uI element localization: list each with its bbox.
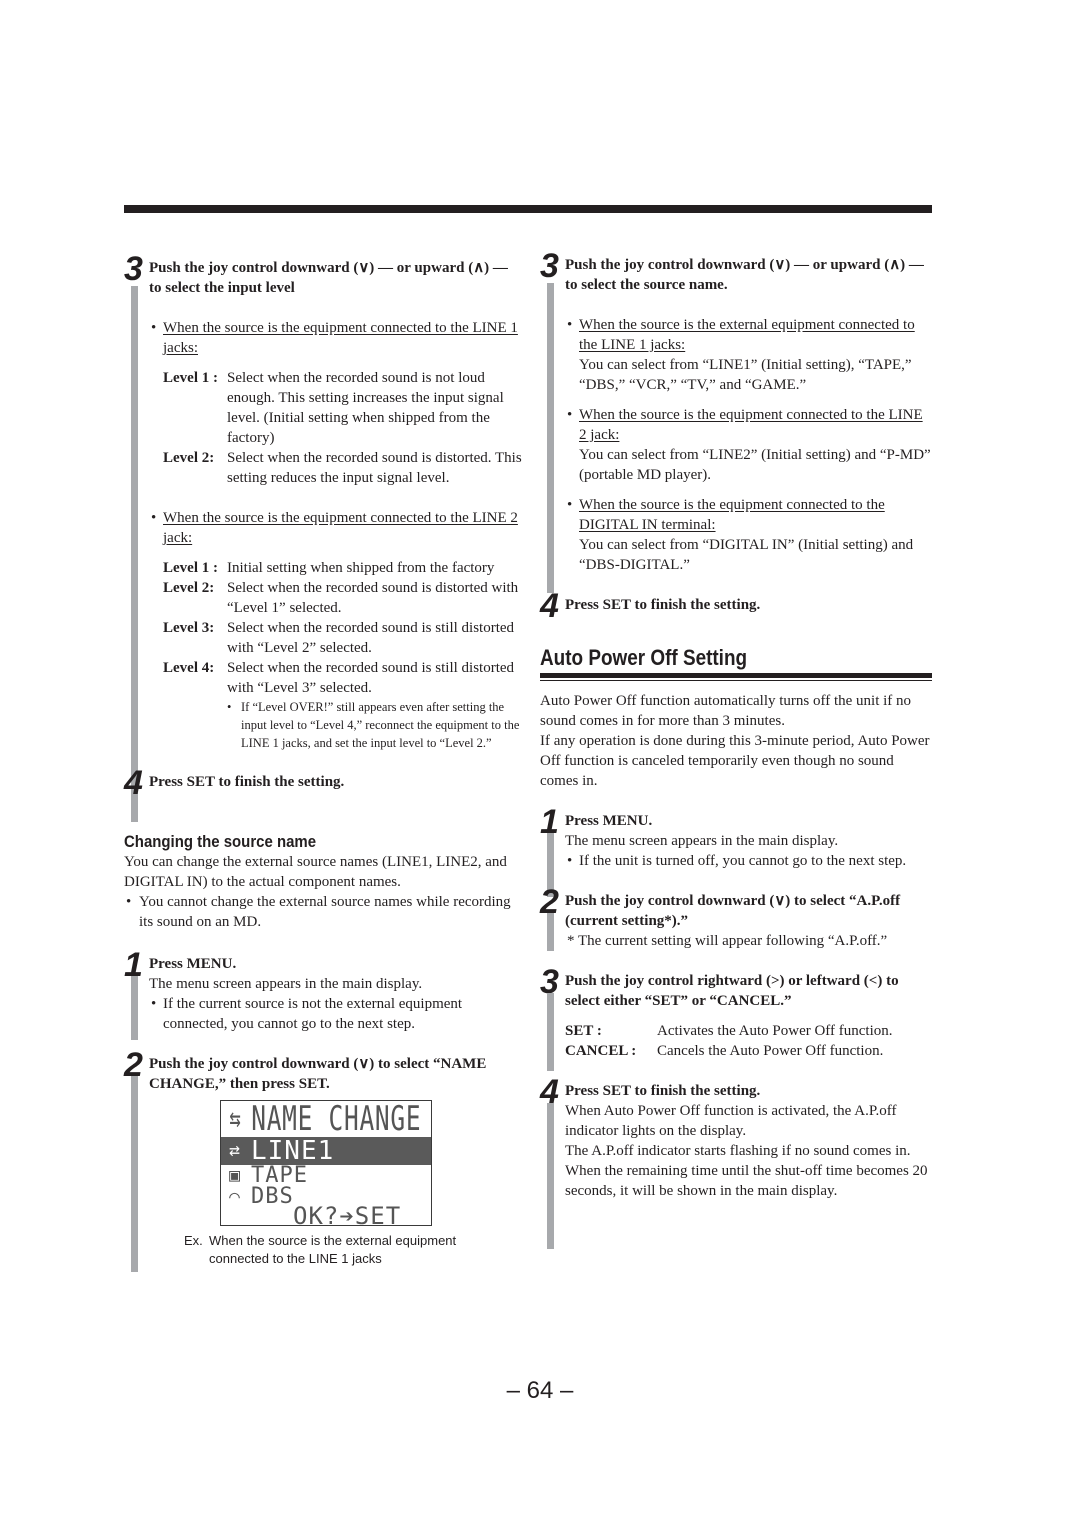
lcd-row-label: TAPE: [251, 1163, 308, 1188]
step-bar: [547, 1103, 554, 1249]
step-number: 3: [124, 250, 143, 288]
auto-power-off-intro: If any operation is done during this 3-m…: [540, 733, 930, 789]
step-bullet: If the current source is not the externa…: [149, 994, 524, 1034]
source-step-2: 2 Push the joy control downward (∨) to s…: [124, 1048, 524, 1272]
step-4-finish: 4 Press SET to finish the setting.: [540, 589, 932, 623]
page-number: – 64 –: [506, 1377, 574, 1404]
tape-icon: ▣: [229, 1165, 241, 1186]
step-bar: [547, 993, 554, 1071]
condition-line2: When the source is the equipment connect…: [149, 508, 524, 548]
line-input-icon: ⇄: [229, 1140, 241, 1161]
lcd-prompt: OK?➔SET: [293, 1202, 402, 1226]
changing-source-heading: Changing the source name: [124, 832, 317, 851]
level-item: Level 1 : Select when the recorded sound …: [163, 370, 504, 446]
step-title: Push the joy control downward (∨) — or u…: [565, 257, 924, 293]
apo-step-3: 3 Push the joy control rightward (>) or …: [540, 965, 932, 1071]
lcd-title: NAME CHANGE: [251, 1100, 422, 1139]
step-title: Press SET to finish the setting.: [565, 597, 761, 613]
lcd-row-selected: ⇄ LINE1: [221, 1137, 431, 1165]
lcd-display-name-change: ⇆ NAME CHANGE ⇄ LINE1 ▣ TAPE ⌒ DBS OK?➔S…: [220, 1100, 432, 1226]
apo-step-4: 4 Press SET to finish the setting. When …: [540, 1075, 932, 1249]
step-bar: [131, 1076, 138, 1272]
step-title: Push the joy control downward (∨) to sel…: [149, 1056, 487, 1092]
lcd-row-label: DBS: [251, 1184, 294, 1209]
auto-power-off-heading: Auto Power Off Setting: [540, 645, 748, 670]
auto-power-off-intro: Auto Power Off function automatically tu…: [540, 693, 912, 729]
step-title: Press MENU.: [149, 956, 237, 972]
step-title: Push the joy control rightward (>) or le…: [565, 973, 899, 1009]
header-rule: [124, 205, 932, 213]
option-cancel: CANCEL : Cancels the Auto Power Off funct…: [565, 1043, 884, 1059]
satellite-dish-icon: ⌒: [229, 1186, 241, 1207]
line-input-icon: ⇆: [229, 1104, 242, 1134]
level-item: Level 1 : Initial setting when shipped fr…: [163, 560, 495, 576]
source-option-group: When the source is the equipment connect…: [565, 495, 932, 575]
step-3-input-level: 3 Push the joy control downward (∨) — or…: [124, 252, 524, 822]
step-title: Push the joy control downward (∨) — or u…: [149, 260, 508, 296]
auto-power-off-section: Auto Power Off Setting Auto Power Off fu…: [540, 645, 932, 1249]
level-item: Level 2: Select when the recorded sound i…: [163, 580, 519, 616]
lcd-caption: Ex. When the source is the external equip…: [184, 1233, 457, 1266]
level-over-note: If “Level OVER!” still appears even afte…: [227, 698, 524, 752]
step-title: Push the joy control downward (∨) to sel…: [565, 893, 901, 929]
level-item: Level 3: Select when the recorded sound i…: [163, 620, 515, 656]
level-list-line2: Level 1 : Initial setting when shipped fr…: [163, 558, 524, 698]
step-text: The menu screen appears in the main disp…: [149, 976, 423, 992]
lcd-title-row: ⇆ NAME CHANGE: [221, 1100, 431, 1139]
right-column: 3 Push the joy control downward (∨) — or…: [540, 249, 932, 1249]
step-number: 4: [124, 764, 143, 802]
apo-step-2: 2 Push the joy control downward (∨) to s…: [540, 885, 932, 951]
step-3-source-name: 3 Push the joy control downward (∨) — or…: [540, 249, 932, 593]
step-bar: [131, 976, 138, 1040]
step-title: Press SET to finish the setting.: [565, 1083, 761, 1099]
level-item: Level 4: Select when the recorded sound i…: [163, 660, 515, 696]
heading-rule: [540, 673, 932, 678]
step-bar: [547, 283, 554, 593]
level-list-line1: Level 1 : Select when the recorded sound …: [163, 368, 524, 488]
step-number: 3: [540, 247, 559, 285]
step-4-finish: 4 Press SET to finish the setting.: [124, 766, 524, 800]
level-item: Level 2: Select when the recorded sound i…: [163, 450, 522, 486]
left-column: 3 Push the joy control downward (∨) — or…: [124, 252, 524, 1272]
apo-step-1: 1 Press MENU. The menu screen appears in…: [540, 805, 932, 897]
source-option-group: When the source is the external equipmen…: [565, 315, 932, 395]
step-number: 4: [540, 587, 559, 625]
step-bar: [131, 286, 138, 822]
lcd-row-label: LINE1: [251, 1136, 335, 1166]
step-bar: [547, 913, 554, 951]
changing-source-bullet: You cannot change the external source na…: [124, 892, 524, 932]
changing-source-intro: You can change the external source names…: [124, 854, 507, 890]
step-title: Press SET to finish the setting.: [149, 774, 345, 790]
source-step-1: 1 Press MENU. The menu screen appears in…: [124, 948, 524, 1040]
step-title: Press MENU.: [565, 813, 653, 829]
option-set: SET : Activates the Auto Power Off functi…: [565, 1023, 893, 1039]
source-option-group: When the source is the equipment connect…: [565, 405, 932, 485]
condition-line1: When the source is the equipment connect…: [149, 318, 524, 358]
